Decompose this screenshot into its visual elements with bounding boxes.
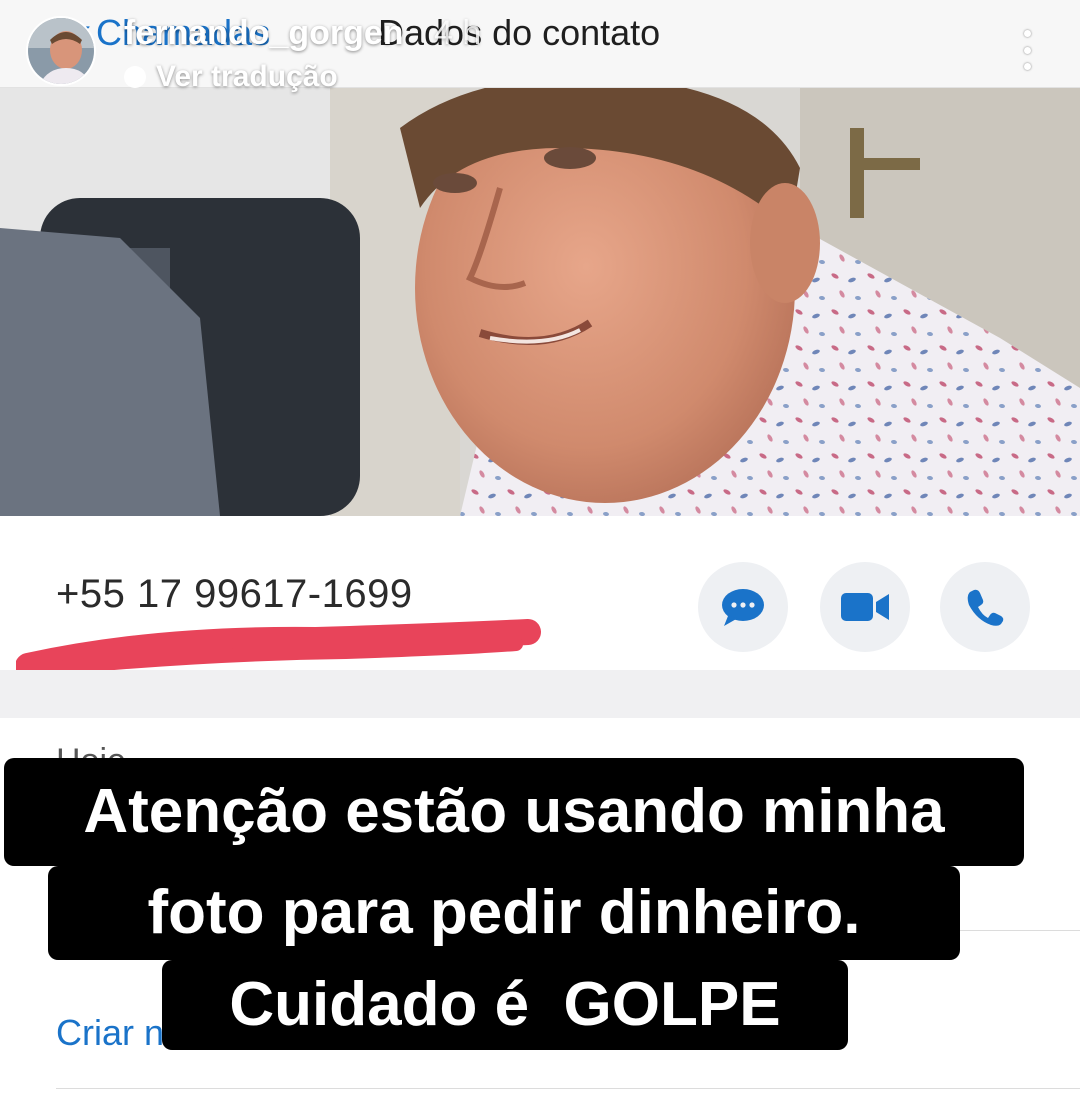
- caption-text-2: foto para pedir dinheiro.: [147, 878, 861, 947]
- contact-photo-image: [0, 88, 1080, 516]
- caption-line-3: Cuidado é GOLPE: [162, 960, 848, 1050]
- section-separator: [0, 670, 1080, 718]
- message-button[interactable]: [698, 562, 788, 652]
- create-contact-link[interactable]: Criar n: [56, 1012, 164, 1054]
- translate-dot-icon: [124, 66, 146, 88]
- see-translation-button[interactable]: Ver tradução: [124, 60, 338, 94]
- caption-line-2: foto para pedir dinheiro.: [48, 866, 960, 960]
- phone-icon: [967, 589, 1004, 626]
- see-translation-label: Ver tradução: [156, 60, 338, 93]
- more-vertical-icon[interactable]: [1014, 30, 1040, 70]
- contact-header-title: Dados do contato: [378, 12, 661, 53]
- caption-text-1: Atenção estão usando minha: [83, 777, 945, 846]
- chat-bubble-icon: [722, 589, 764, 626]
- story-timestamp: 4 h: [434, 14, 482, 52]
- caption-line-1: Atenção estão usando minha: [4, 758, 1024, 866]
- video-camera-icon: [841, 593, 889, 621]
- caption-text-3: Cuidado é GOLPE: [229, 970, 781, 1039]
- contact-photo: [0, 88, 1080, 516]
- profile-avatar[interactable]: [26, 16, 96, 86]
- video-call-button[interactable]: [820, 562, 910, 652]
- story-username[interactable]: fernando_gorgen: [124, 14, 404, 53]
- list-divider: [56, 1088, 1080, 1089]
- voice-call-button[interactable]: [940, 562, 1030, 652]
